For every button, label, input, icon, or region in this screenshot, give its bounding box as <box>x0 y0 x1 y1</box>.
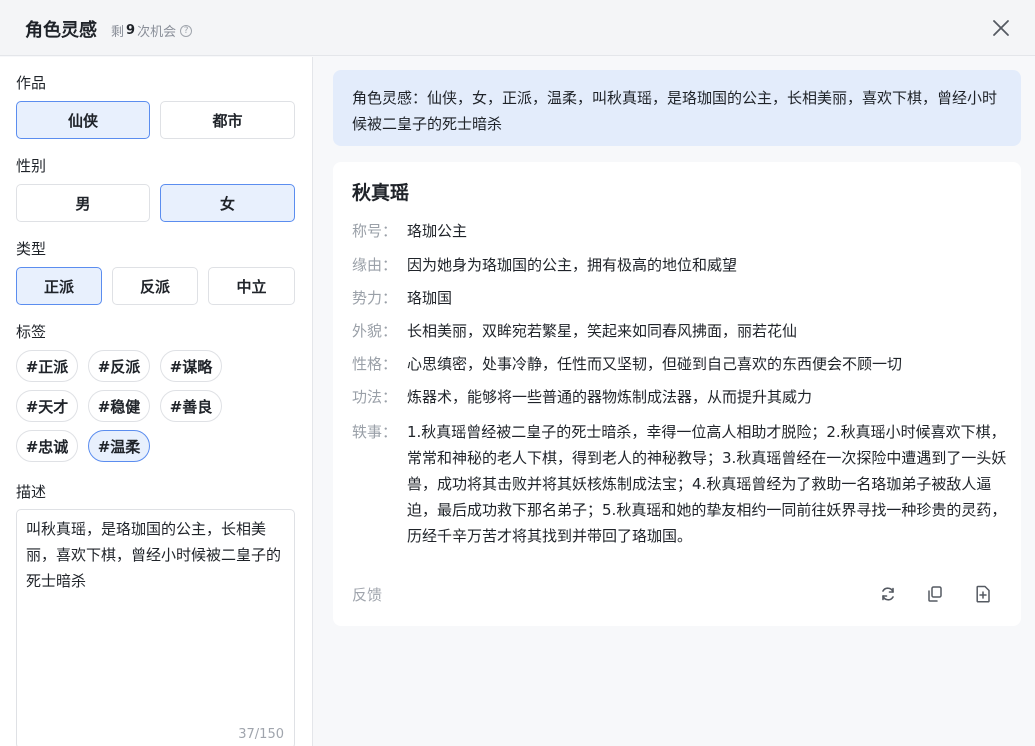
works-option-dushi[interactable]: 都市 <box>160 101 295 139</box>
field-value: 长相美丽，双眸宛若繁星，笑起来如同春风拂面，丽若花仙 <box>407 322 798 340</box>
quota-count: 9 <box>126 23 136 38</box>
field-key: 功法： <box>352 388 398 406</box>
copy-icon <box>928 586 942 602</box>
field-value: 珞珈国 <box>407 289 453 307</box>
quota-prefix: 剩 <box>111 25 125 40</box>
refresh-icon <box>882 587 894 601</box>
character-name: 秋真瑶 <box>352 182 410 204</box>
field-value: 炼器术，能够将一些普通的器物炼制成法器，从而提升其威力 <box>407 388 813 406</box>
tag-zhongcheng[interactable]: #忠诚 <box>16 430 78 462</box>
field-appearance: 外貌： 长相美丽，双眸宛若繁星，笑起来如同春风拂面，丽若花仙 <box>352 319 1012 343</box>
field-key: 称号： <box>352 222 398 240</box>
field-value: 因为她身为珞珈国的公主，拥有极高的地位和威望 <box>407 256 738 274</box>
result-card: 秋真瑶 称号： 珞珈公主 缘由： 因为她身为珞珈国的公主，拥有极高的地位和威望 … <box>333 162 1021 626</box>
insert-button[interactable] <box>973 584 993 604</box>
description-box: 叫秋真瑶，是珞珈国的公主，长相美丽，喜欢下棋，曾经小时候被二皇子的死士暗杀 37… <box>16 509 295 746</box>
tag-moulue[interactable]: #谋略 <box>160 350 222 382</box>
works-option-xianxia[interactable]: 仙侠 <box>16 101 150 139</box>
prompt-summary: 角色灵感：仙侠，女，正派，温柔，叫秋真瑶，是珞珈国的公主，长相美丽，喜欢下棋，曾… <box>333 70 1021 146</box>
dialog-header: 角色灵感 剩 9 次机会 ? <box>0 0 1035 56</box>
type-option-neutral[interactable]: 中立 <box>208 267 295 305</box>
field-key: 缘由： <box>352 256 398 274</box>
tag-shanliang[interactable]: #善良 <box>160 390 222 422</box>
help-icon[interactable]: ? <box>180 24 193 37</box>
tags-label: 标签 <box>16 323 47 341</box>
close-button[interactable] <box>989 16 1013 40</box>
field-value: 珞珈公主 <box>407 222 468 240</box>
gender-option-female[interactable]: 女 <box>160 184 295 222</box>
description-label: 描述 <box>16 483 47 501</box>
field-value: 心思缜密，处事冷静，任性而又坚韧，但碰到自己喜欢的东西便会不顾一切 <box>407 355 903 373</box>
works-label: 作品 <box>16 74 47 92</box>
field-key: 外貌： <box>352 322 398 340</box>
field-key: 势力： <box>352 289 398 307</box>
field-key: 性格： <box>352 355 398 373</box>
copy-button[interactable] <box>925 584 945 604</box>
field-skill: 功法： 炼器术，能够将一些普通的器物炼制成法器，从而提升其威力 <box>352 385 1012 409</box>
type-option-righteous[interactable]: 正派 <box>16 267 102 305</box>
field-reason: 缘由： 因为她身为珞珈国的公主，拥有极高的地位和威望 <box>352 253 1012 277</box>
field-title: 称号： 珞珈公主 <box>352 219 1012 243</box>
field-anecdotes: 轶事： 1.秋真瑶曾经被二皇子的死士暗杀，幸得一位高人相助才脱险；2.秋真瑶小时… <box>352 419 1012 549</box>
field-faction: 势力： 珞珈国 <box>352 286 1012 310</box>
close-icon <box>993 20 1009 36</box>
tag-fanpai[interactable]: #反派 <box>88 350 150 382</box>
regenerate-button[interactable] <box>878 584 898 604</box>
field-value: 1.秋真瑶曾经被二皇子的死士暗杀，幸得一位高人相助才脱险；2.秋真瑶小时候喜欢下… <box>407 423 1007 545</box>
feedback-link[interactable]: 反馈 <box>352 584 382 605</box>
quota-info: 剩 9 次机会 ? <box>111 21 193 40</box>
field-key: 轶事： <box>352 423 398 441</box>
settings-panel: 作品 仙侠 都市 性别 男 女 类型 正派 反派 中立 标签 #正派 #反派 #… <box>0 57 313 746</box>
dialog-title: 角色灵感 <box>25 20 97 41</box>
tag-wenrou[interactable]: #温柔 <box>88 430 150 462</box>
tag-zhengpai[interactable]: #正派 <box>16 350 78 382</box>
tag-tiancai[interactable]: #天才 <box>16 390 78 422</box>
gender-label: 性别 <box>16 157 47 175</box>
char-counter: 37/150 <box>238 727 284 742</box>
add-file-icon <box>976 585 990 603</box>
gender-option-male[interactable]: 男 <box>16 184 150 222</box>
description-input[interactable]: 叫秋真瑶，是珞珈国的公主，长相美丽，喜欢下棋，曾经小时候被二皇子的死士暗杀 <box>26 516 285 726</box>
tag-wenjian[interactable]: #稳健 <box>88 390 150 422</box>
field-personality: 性格： 心思缜密，处事冷静，任性而又坚韧，但碰到自己喜欢的东西便会不顾一切 <box>352 352 1012 376</box>
type-option-villain[interactable]: 反派 <box>112 267 198 305</box>
quota-suffix: 次机会 <box>137 25 177 40</box>
type-label: 类型 <box>16 240 47 258</box>
